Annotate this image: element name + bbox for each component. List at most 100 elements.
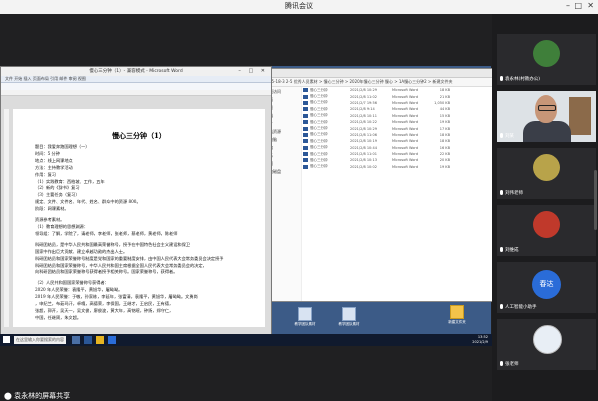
document-line: 中国，任继周，朱文超。 [35, 314, 82, 320]
participant-tile[interactable]: 袁永林(村教办公) [497, 34, 596, 85]
file-date: 2021/2/8 10:22 [350, 120, 377, 125]
document-title: 慢心三分钟（1） [112, 131, 166, 140]
avatar [533, 40, 560, 67]
desktop-icon[interactable]: 新建文件夹 [442, 305, 472, 325]
word-file-icon [303, 120, 308, 125]
explorer-titlebar[interactable] [263, 69, 492, 78]
word-window-controls[interactable]: – □ ✕ [238, 67, 268, 76]
taskbar-word-icon[interactable] [84, 336, 92, 344]
window-title: 腾讯会议 [285, 2, 313, 10]
file-type: Microsoft Word [392, 132, 419, 137]
file-size: 19 KB [439, 164, 450, 169]
file-type: Microsoft Word [392, 158, 419, 163]
word-file-icon [303, 132, 308, 137]
document-page[interactable]: 慢心三分钟（1） 题目：我爱奔跑国理想（一） 时间：5 分钟 地点：线上网课地点 方法… [13, 109, 265, 327]
participant-name: 张老师 [500, 361, 519, 367]
document-line: 2019 年人民荣誉：于敏，孙家栋，李延年，张富清，袁隆平，黄旭华，屠呦呦。文勇… [35, 294, 198, 300]
participant-name: 刘某 [500, 133, 514, 139]
participant-video-tile[interactable]: 刘某 [497, 91, 596, 142]
participant-tile[interactable]: 张老师 [497, 319, 596, 370]
screen-share-label: ⬤ 袁永林的屏幕共享 [4, 392, 71, 400]
taskbar-search-input[interactable]: 在这里输入你要搜索的内容 [14, 336, 66, 344]
avatar: 春达 [532, 270, 561, 299]
desktop-icon[interactable]: 教学团队素材 [334, 307, 364, 327]
word-file-icon [303, 152, 308, 157]
file-name: 慢心三分钟 [310, 164, 328, 169]
mic-icon [500, 361, 503, 366]
file-date: 2021/2/8 10:02 [350, 164, 377, 169]
horizontal-ruler [1, 90, 271, 96]
file-size: 18 KB [439, 132, 450, 137]
participant-tile[interactable]: 春达 人工智能小助手 [497, 262, 596, 313]
participant-name: 人工智能小助手 [500, 304, 537, 310]
explorer-file-list: 慢心三分钟 2021/2/8 10:29 Microsoft Word 18 KB 慢心… [303, 87, 490, 170]
file-date: 2021/2/8 11:02 [350, 94, 377, 99]
participant-tile[interactable]: 刘维成 [497, 205, 596, 256]
file-row[interactable]: 慢心三分钟 2021/2/8 10:02 Microsoft Word 19 KB [303, 164, 490, 170]
mic-icon [500, 76, 503, 81]
word-titlebar[interactable]: 慢心三分钟（1）- 兼容模式 - Microsoft Word – □ ✕ [1, 67, 271, 76]
document-line: 向科研团结员和国家荣誉称号获得者授予相关称号。国家荣誉称号，获得者。 [35, 269, 178, 275]
file-type: Microsoft Word [392, 107, 419, 112]
file-name: 慢心三分钟 [310, 87, 328, 92]
participant-tile[interactable]: 刘伟老师 [497, 148, 596, 199]
maximize-icon[interactable]: □ [574, 1, 582, 10]
document-body: 题目：我爱奔跑国理想（一） 时间：5 分钟 地点：线上网课地点 方法：主持教学活动 作用… [13, 141, 265, 322]
file-date: 2021/2/8 10:29 [350, 88, 377, 93]
file-type: Microsoft Word [392, 94, 419, 99]
file-name: 慢心三分钟 [310, 157, 328, 162]
participant-scrollbar[interactable] [594, 170, 597, 230]
folder-icon [342, 307, 356, 321]
document-line: （1）实践教育：西柏坡、工作，五年 [35, 178, 105, 184]
vertical-ruler [4, 109, 9, 327]
avatar [533, 211, 560, 238]
document-line: 国家中作出巨大贡献、建立卓越功勋的杰出人士。 [35, 248, 128, 254]
participant-name: 刘伟老师 [500, 190, 523, 196]
meeting-title-bar: 腾讯会议 – □ ✕ [0, 0, 598, 14]
taskbar: 在这里输入你要搜索的内容 13:52 2021/2/9 [0, 334, 492, 346]
document-line: （2）人民共和国国家荣誉称号获得者： [35, 280, 109, 286]
word-title: 慢心三分钟（1）- 兼容模式 - Microsoft Word [89, 69, 183, 74]
file-name: 慢心三分钟 [310, 100, 328, 105]
file-name: 慢心三分钟 [310, 132, 328, 137]
explorer-address-bar[interactable]: 35-18-3 2-5 优秀人员素材 > 慢心三分钟 > 2020年慢心三分钟 … [263, 78, 492, 87]
file-date: 2021/2/7 19:56 [350, 100, 377, 105]
document-line: （2）新的《辞书》复习 [35, 185, 80, 191]
participant-name: 刘维成 [500, 247, 519, 253]
word-window[interactable]: 慢心三分钟（1）- 兼容模式 - Microsoft Word – □ ✕ 文件… [0, 66, 272, 336]
file-size: 21 KB [439, 94, 450, 99]
word-file-icon [303, 94, 308, 99]
presenter-icon: ⬤ [4, 392, 12, 400]
mic-icon [500, 190, 503, 195]
file-type: Microsoft Word [392, 126, 419, 131]
document-line: 科研团结员和国家荣誉称号制度是党和国家的重要制度安排，由中国人民代表大会常务委员… [35, 255, 224, 261]
taskbar-app-icon[interactable] [72, 336, 80, 344]
file-size: 18 KB [439, 139, 450, 144]
file-size: 19 KB [439, 120, 450, 125]
document-line: 方法：主持教学活动 [35, 164, 73, 170]
file-type: Microsoft Word [392, 100, 419, 105]
word-file-icon [303, 88, 308, 93]
taskbar-clock: 13:52 2021/2/9 [472, 335, 488, 344]
file-date: 2021/2/8 11:01 [350, 152, 377, 157]
file-type: Microsoft Word [392, 88, 419, 93]
file-name: 慢心三分钟 [310, 113, 328, 118]
document-line: 规定、文件、文件名、年代、姓名、群众中的资源 800。 [35, 199, 141, 205]
folder-icon [450, 305, 464, 319]
close-icon[interactable]: ✕ [587, 1, 594, 10]
file-explorer-window[interactable]: 35-18-3 2-5 优秀人员素材 > 慢心三分钟 > 2020年慢心三分钟 … [262, 68, 493, 302]
document-line: 时间：5 分钟 [35, 150, 60, 156]
mic-icon [500, 304, 503, 309]
file-date: 2021/2/8 10:11 [350, 113, 377, 118]
windows-start-icon[interactable] [3, 336, 10, 343]
file-size: 1,050 KB [434, 100, 450, 105]
taskbar-meeting-icon[interactable] [108, 336, 116, 344]
word-ribbon-tabs[interactable]: 文件 开始 插入 页面布局 引用 邮件 审阅 视图 [1, 76, 271, 83]
word-file-icon [303, 113, 308, 118]
taskbar-explorer-icon[interactable] [96, 336, 104, 344]
word-file-icon [303, 139, 308, 144]
word-file-icon [303, 107, 308, 112]
mic-icon [500, 133, 503, 138]
minimize-icon[interactable]: – [566, 1, 570, 10]
desktop-icon[interactable]: 教学团队素材 [290, 307, 320, 327]
